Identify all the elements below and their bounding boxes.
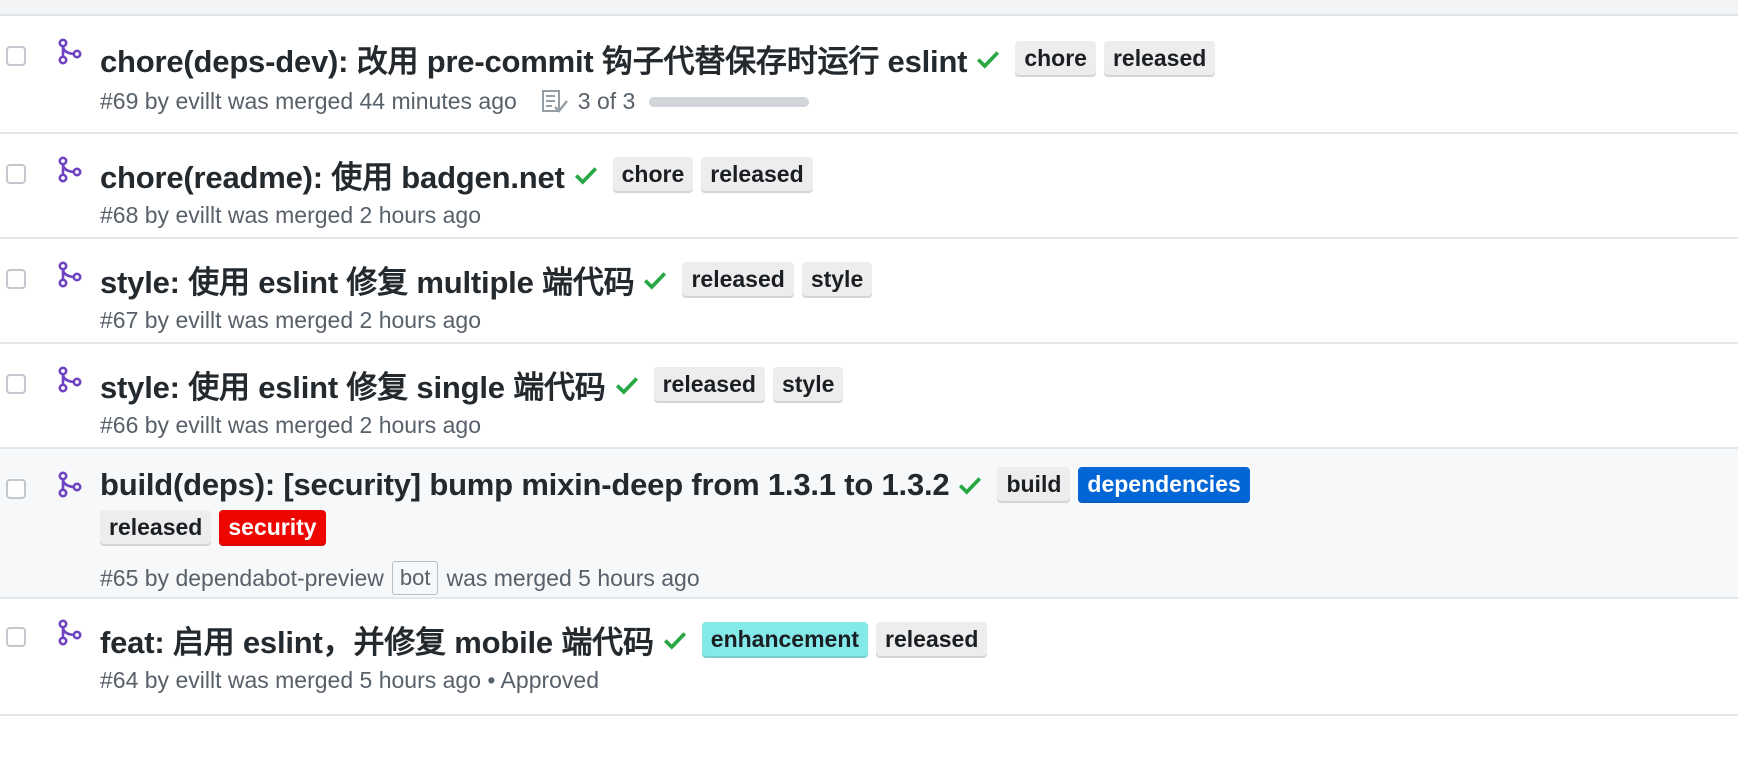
label-dependencies[interactable]: dependencies — [1078, 467, 1250, 503]
check-icon[interactable] — [573, 162, 599, 188]
select-checkbox[interactable] — [6, 46, 26, 66]
pull-request-row: feat: 启用 eslint，并修复 mobile 端代码 enhanceme… — [0, 599, 1738, 716]
list-header-bar — [0, 0, 1738, 16]
label-released[interactable]: released — [100, 510, 212, 546]
pull-request-row: style: 使用 eslint 修复 multiple 端代码 release… — [0, 239, 1738, 344]
pr-title-link[interactable]: build(deps): [security] bump mixin-deep … — [100, 467, 950, 503]
pull-request-row: chore(deps-dev): 改用 pre-commit 钩子代替保存时运行… — [0, 16, 1738, 134]
merged-pr-icon — [58, 261, 82, 288]
select-checkbox[interactable] — [6, 479, 26, 499]
pull-request-row: build(deps): [security] bump mixin-deep … — [0, 449, 1738, 599]
label-security[interactable]: security — [219, 510, 326, 546]
check-icon[interactable] — [642, 267, 668, 293]
task-progress-fill — [649, 96, 810, 107]
pr-meta-text: was merged 5 hours ago — [446, 564, 700, 591]
label-style[interactable]: style — [772, 366, 844, 403]
check-icon[interactable] — [662, 627, 688, 653]
pr-meta-text: #68 by evillt was merged 2 hours ago — [100, 202, 481, 228]
pr-meta-text: #66 by evillt was merged 2 hours ago — [100, 412, 481, 438]
pr-meta-text: #67 by evillt was merged 2 hours ago — [100, 307, 481, 333]
pr-meta-text: #69 by evillt was merged 44 minutes ago — [100, 88, 517, 114]
pr-title-link[interactable]: style: 使用 eslint 修复 multiple 端代码 — [100, 257, 635, 302]
select-checkbox[interactable] — [6, 164, 26, 184]
label-released[interactable]: released — [1103, 40, 1216, 77]
merged-pr-icon — [58, 471, 82, 498]
pr-title-link[interactable]: chore(deps-dev): 改用 pre-commit 钩子代替保存时运行… — [100, 36, 968, 81]
pr-title-link[interactable]: chore(readme): 使用 badgen.net — [100, 152, 565, 197]
pull-request-row: chore(readme): 使用 badgen.net chore relea… — [0, 134, 1738, 239]
bot-badge: bot — [391, 561, 439, 595]
merged-pr-icon — [58, 619, 82, 646]
pr-title-link[interactable]: style: 使用 eslint 修复 single 端代码 — [100, 362, 606, 407]
merged-pr-icon — [58, 156, 82, 183]
label-enhancement[interactable]: enhancement — [701, 621, 869, 658]
task-progress-bar — [649, 96, 810, 107]
select-checkbox[interactable] — [6, 269, 26, 289]
task-list-icon — [541, 89, 568, 113]
pr-meta-author: #65 by dependabot-preview — [100, 564, 384, 591]
label-style[interactable]: style — [801, 261, 873, 298]
pr-meta-text: #64 by evillt was merged 5 hours ago • A… — [100, 667, 600, 693]
check-icon[interactable] — [975, 46, 1001, 72]
check-icon[interactable] — [957, 472, 983, 498]
pr-title-link[interactable]: feat: 启用 eslint，并修复 mobile 端代码 — [100, 617, 654, 662]
label-released[interactable]: released — [682, 261, 794, 298]
label-released[interactable]: released — [876, 621, 988, 658]
check-icon[interactable] — [614, 372, 640, 398]
pull-request-list: chore(deps-dev): 改用 pre-commit 钩子代替保存时运行… — [0, 16, 1738, 716]
select-checkbox[interactable] — [6, 627, 26, 647]
label-chore[interactable]: chore — [612, 156, 694, 193]
select-checkbox[interactable] — [6, 374, 26, 394]
task-progress-text: 3 of 3 — [577, 88, 636, 114]
pull-request-list-window: chore(deps-dev): 改用 pre-commit 钩子代替保存时运行… — [0, 0, 1738, 770]
merged-pr-icon — [58, 366, 82, 393]
label-released[interactable]: released — [653, 366, 765, 403]
label-chore[interactable]: chore — [1015, 40, 1096, 77]
pull-request-row: style: 使用 eslint 修复 single 端代码 released … — [0, 344, 1738, 449]
label-released[interactable]: released — [701, 156, 813, 193]
merged-pr-icon — [58, 38, 82, 65]
label-build[interactable]: build — [997, 467, 1071, 503]
